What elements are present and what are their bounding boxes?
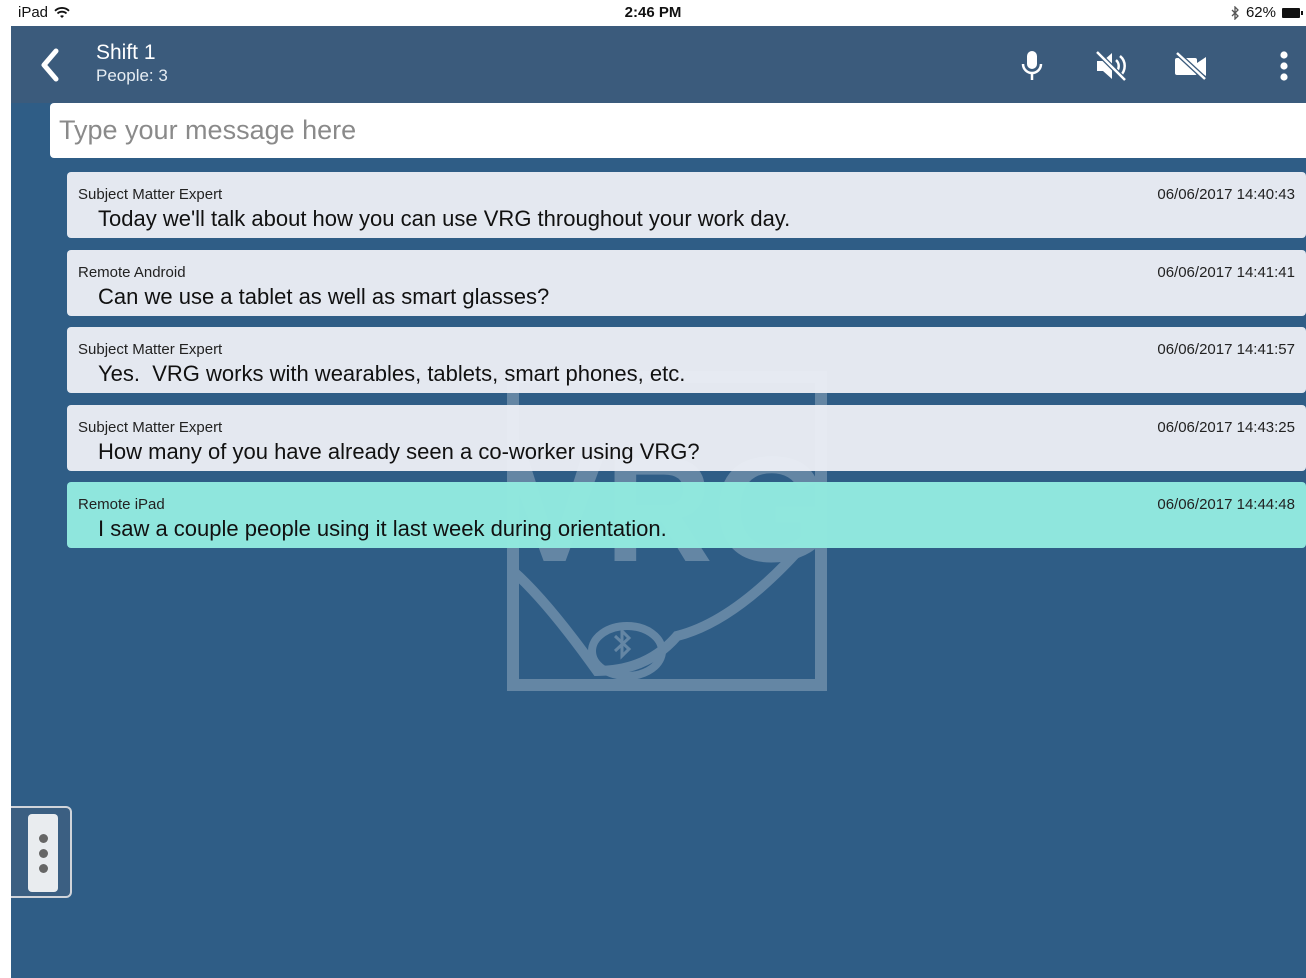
microphone-button[interactable] <box>1012 46 1052 86</box>
message-item[interactable]: Subject Matter Expert 06/06/2017 14:40:4… <box>67 172 1306 238</box>
chat-app: Shift 1 People: 3 Type your message here… <box>11 26 1306 978</box>
message-timestamp: 06/06/2017 14:43:25 <box>1157 418 1295 436</box>
message-item[interactable]: Subject Matter Expert 06/06/2017 14:41:5… <box>67 327 1306 393</box>
message-text: Yes. VRG works with wearables, tablets, … <box>98 361 686 386</box>
video-toggle-button[interactable] <box>1171 46 1211 86</box>
message-sender: Subject Matter Expert <box>78 418 223 436</box>
chevron-left-icon <box>41 48 59 82</box>
chat-header: Shift 1 People: 3 <box>11 26 1306 103</box>
message-sender: Subject Matter Expert <box>78 341 223 358</box>
more-options-button[interactable] <box>1264 46 1304 86</box>
bluetooth-icon <box>1231 5 1239 20</box>
message-list: Subject Matter Expert 06/06/2017 14:40:4… <box>67 172 1306 560</box>
message-sender: Subject Matter Expert <box>78 186 223 203</box>
message-sender: Remote iPad <box>78 496 165 513</box>
message-timestamp: 06/06/2017 14:44:48 <box>1157 496 1295 513</box>
message-text: Can we use a tablet as well as smart gla… <box>98 283 550 309</box>
message-input-container <box>50 103 1306 158</box>
chat-title-block: Shift 1 People: 3 <box>96 41 168 87</box>
more-vertical-icon <box>1280 51 1288 81</box>
speaker-muted-icon <box>1095 50 1127 82</box>
message-text: I saw a couple people using it last week… <box>98 516 667 541</box>
message-text: How many of you have already seen a co-w… <box>98 438 700 464</box>
status-time: 2:46 PM <box>624 4 682 21</box>
chat-title: Shift 1 <box>96 41 156 64</box>
battery-percent: 62% <box>1245 4 1276 21</box>
people-count: People: 3 <box>96 66 168 85</box>
message-timestamp: 06/06/2017 14:41:57 <box>1157 341 1295 358</box>
message-item[interactable]: Remote Android 06/06/2017 14:41:41 Can w… <box>67 249 1306 316</box>
speaker-mute-button[interactable] <box>1091 46 1131 86</box>
message-input[interactable] <box>50 103 1306 158</box>
message-text: Today we'll talk about how you can use V… <box>98 206 791 231</box>
microphone-icon <box>1021 51 1043 80</box>
more-vertical-icon <box>28 814 58 892</box>
message-sender: Remote Android <box>78 263 186 281</box>
message-item[interactable]: Subject Matter Expert 06/06/2017 14:43:2… <box>67 404 1306 471</box>
status-right: 62% <box>1230 4 1303 21</box>
message-item-highlighted[interactable]: Remote iPad 06/06/2017 14:44:48 I saw a … <box>67 482 1306 548</box>
status-bar: iPad 2:46 PM 62% <box>0 0 1306 26</box>
message-timestamp: 06/06/2017 14:40:43 <box>1157 186 1295 203</box>
message-timestamp: 06/06/2017 14:41:41 <box>1157 263 1295 281</box>
side-drawer-handle[interactable] <box>11 806 72 898</box>
video-off-icon <box>1175 51 1207 81</box>
back-button[interactable] <box>35 46 65 84</box>
battery-icon <box>1282 7 1303 18</box>
